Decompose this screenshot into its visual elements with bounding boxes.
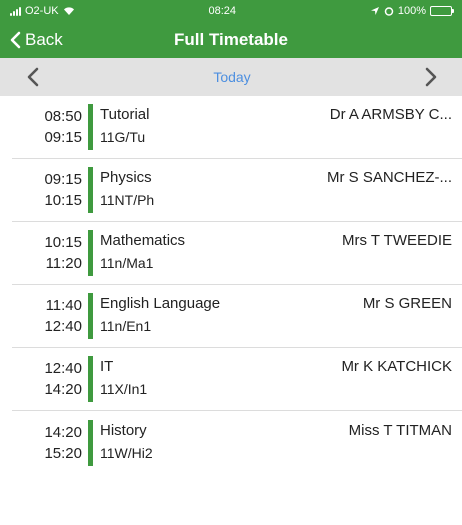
- lesson-end-time: 11:20: [45, 255, 82, 272]
- lesson-start-time: 09:15: [44, 171, 82, 188]
- alarm-icon: [384, 7, 394, 16]
- today-button[interactable]: Today: [213, 69, 250, 85]
- next-day-button[interactable]: [420, 66, 442, 88]
- chevron-left-icon: [10, 31, 21, 49]
- lesson-info: Physics 11NT/Ph Mr S SANCHEZ-...: [100, 167, 452, 213]
- lesson-row[interactable]: 08:50 09:15 Tutorial 11G/Tu Dr A ARMSBY …: [12, 96, 462, 159]
- timetable-screen: O2-UK 08:24 100% Back Full Timetable Tod…: [0, 0, 462, 525]
- lesson-color-bar: [88, 167, 93, 213]
- lesson-start-time: 08:50: [44, 108, 82, 125]
- lesson-color-bar: [88, 293, 93, 339]
- lesson-times: 09:15 10:15: [12, 169, 88, 211]
- lesson-color-bar: [88, 356, 93, 402]
- lesson-end-time: 15:20: [44, 444, 82, 462]
- chevron-right-icon: [425, 67, 437, 87]
- location-icon: [370, 7, 379, 15]
- lesson-group: 11W/Hi2: [100, 444, 153, 461]
- lesson-subject-block: History 11W/Hi2: [100, 420, 153, 464]
- lesson-group: 11X/In1: [100, 381, 148, 397]
- lesson-end-time: 12:40: [44, 318, 82, 335]
- lesson-times: 11:40 12:40: [12, 295, 88, 337]
- lesson-row[interactable]: 11:40 12:40 English Language 11n/En1 Mr …: [12, 285, 462, 348]
- lesson-subject-block: Physics 11NT/Ph: [100, 167, 154, 211]
- lesson-group: 11n/Ma1: [100, 255, 154, 271]
- lesson-info: English Language 11n/En1 Mr S GREEN: [100, 293, 452, 339]
- lesson-group: 11G/Tu: [100, 129, 146, 145]
- lesson-times: 10:15 11:20: [12, 232, 88, 274]
- lesson-times: 14:20 15:20: [12, 422, 88, 464]
- date-navigator: Today: [0, 58, 462, 96]
- page-title: Full Timetable: [174, 30, 288, 49]
- battery-icon: [429, 6, 454, 16]
- lesson-start-time: 14:20: [44, 423, 82, 441]
- lesson-row[interactable]: 14:20 15:20 History 11W/Hi2 Miss T TITMA…: [12, 411, 462, 474]
- lesson-subject: Mathematics: [100, 232, 186, 249]
- signal-icon: [10, 6, 21, 16]
- nav-bar: Back Full Timetable: [0, 22, 462, 58]
- lesson-color-bar: [88, 230, 93, 276]
- lesson-end-time: 10:15: [44, 192, 82, 209]
- lesson-end-time: 14:20: [44, 381, 82, 398]
- lesson-subject: Physics: [100, 169, 152, 186]
- lesson-group: 11n/En1: [100, 318, 152, 334]
- lesson-start-time: 12:40: [44, 360, 82, 377]
- previous-day-button[interactable]: [22, 66, 44, 88]
- lesson-subject-block: IT 11X/In1: [100, 356, 147, 400]
- chevron-left-icon: [27, 67, 39, 87]
- lesson-info: IT 11X/In1 Mr K KATCHICK: [100, 356, 452, 402]
- lesson-info: Mathematics 11n/Ma1 Mrs T TWEEDIE: [100, 230, 452, 276]
- lesson-color-bar: [88, 419, 93, 466]
- lesson-end-time: 09:15: [44, 129, 82, 146]
- lesson-color-bar: [88, 104, 93, 150]
- back-label: Back: [25, 30, 63, 49]
- lesson-start-time: 10:15: [44, 234, 82, 251]
- lesson-subject-block: Tutorial 11G/Tu: [100, 104, 149, 148]
- carrier-label: O2-UK: [25, 5, 59, 17]
- lesson-teacher: Mr K KATCHICK: [341, 358, 452, 375]
- lesson-row[interactable]: 12:40 14:20 IT 11X/In1 Mr K KATCHICK: [12, 348, 462, 411]
- lesson-teacher: Mrs T TWEEDIE: [341, 232, 452, 249]
- wifi-icon: [63, 7, 74, 15]
- lesson-subject: English Language: [100, 295, 221, 312]
- lesson-teacher: Miss T TITMAN: [348, 421, 452, 439]
- lesson-list: 08:50 09:15 Tutorial 11G/Tu Dr A ARMSBY …: [0, 96, 462, 474]
- status-time: 08:24: [208, 5, 236, 17]
- lesson-times: 12:40 14:20: [12, 358, 88, 400]
- lesson-info: History 11W/Hi2 Miss T TITMAN: [100, 420, 452, 466]
- lesson-info: Tutorial 11G/Tu Dr A ARMSBY C...: [100, 104, 452, 150]
- status-left: O2-UK: [10, 5, 75, 17]
- status-bar: O2-UK 08:24 100%: [0, 0, 462, 22]
- lesson-start-time: 11:40: [45, 297, 82, 314]
- lesson-group: 11NT/Ph: [100, 192, 155, 208]
- lesson-row[interactable]: 10:15 11:20 Mathematics 11n/Ma1 Mrs T TW…: [12, 222, 462, 285]
- lesson-subject-block: Mathematics 11n/Ma1: [100, 230, 185, 274]
- back-button[interactable]: Back: [0, 30, 63, 50]
- lesson-subject: History: [100, 421, 147, 439]
- battery-percent: 100%: [397, 5, 426, 17]
- lesson-teacher: Mr S SANCHEZ-...: [326, 169, 452, 186]
- lesson-teacher: Mr S GREEN: [362, 295, 452, 312]
- lesson-subject: IT: [100, 358, 114, 375]
- lesson-teacher: Dr A ARMSBY C...: [329, 106, 452, 123]
- status-right: 100%: [370, 5, 454, 17]
- lesson-row[interactable]: 09:15 10:15 Physics 11NT/Ph Mr S SANCHEZ…: [12, 159, 462, 222]
- lesson-times: 08:50 09:15: [12, 106, 88, 148]
- lesson-subject: Tutorial: [100, 106, 150, 123]
- lesson-subject-block: English Language 11n/En1: [100, 293, 220, 337]
